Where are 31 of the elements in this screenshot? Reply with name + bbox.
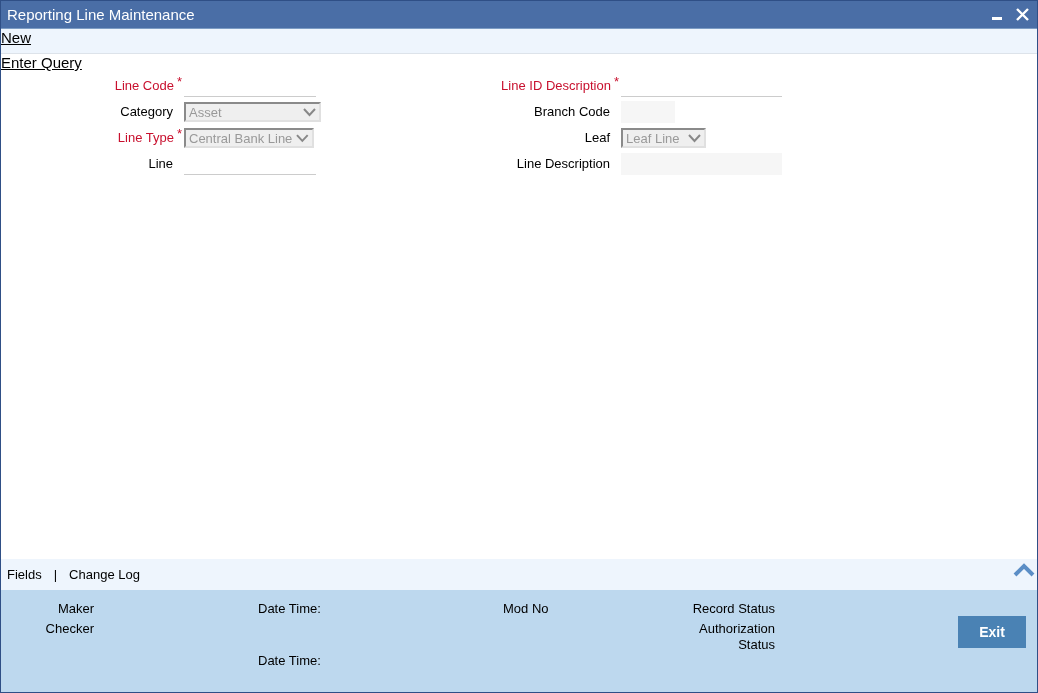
field-label: Line Type (117, 130, 174, 146)
field-label: Line (148, 156, 173, 172)
field-label: Category (120, 104, 173, 120)
exit-button[interactable]: Exit (958, 616, 1026, 648)
close-button[interactable] (1016, 8, 1029, 21)
checker-label: Checker (44, 621, 94, 638)
chevron-down-icon (303, 107, 316, 117)
date-time-label: Date Time: (258, 653, 322, 668)
collapse-icon[interactable] (1013, 563, 1035, 577)
required-mark: * (176, 127, 182, 141)
field-label: Branch Code (534, 104, 610, 120)
chevron-down-icon (688, 133, 701, 143)
field-label: Line Code (114, 78, 174, 94)
date-time-label: Date Time: (258, 601, 322, 618)
field-label: Line ID Description (501, 78, 611, 94)
chevron-down-icon (296, 133, 309, 143)
close-icon (1016, 8, 1029, 21)
change-log-tab[interactable]: Change Log (69, 567, 140, 582)
required-mark: * (176, 75, 182, 89)
enter-query-link[interactable]: Enter Query (1, 54, 82, 72)
maker-label: Maker (56, 601, 94, 618)
authorization-status-label: Authorization Status (698, 621, 775, 654)
window-title: Reporting Line Maintenance (7, 6, 196, 23)
field-label: Leaf (584, 130, 610, 146)
minimize-icon (992, 17, 1002, 20)
mod-no-label: Mod No (503, 601, 550, 618)
field-label: Line Description (516, 156, 610, 172)
record-status-label: Record Status (691, 601, 775, 618)
separator: | (53, 567, 58, 582)
fields-tab[interactable]: Fields (7, 567, 42, 582)
required-mark: * (613, 75, 619, 89)
